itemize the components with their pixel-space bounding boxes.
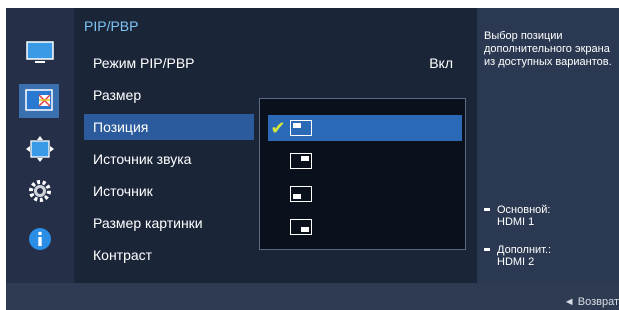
settings-gear-icon[interactable] (23, 174, 57, 208)
position-option-top-left[interactable]: ✔ (268, 115, 462, 141)
sub-source-value: HDMI 2 (497, 256, 535, 268)
sub-source-label: Дополнит.: (497, 244, 552, 256)
category-rail (6, 8, 74, 283)
info-icon[interactable] (23, 222, 57, 256)
position-top-left-icon (290, 120, 312, 136)
checkmark-icon: ✔ (270, 117, 286, 138)
menu-item-label: Размер картинки (93, 215, 203, 231)
position-option-bottom-left[interactable] (268, 181, 462, 207)
position-option-top-right[interactable] (268, 148, 462, 174)
menu-item-pip-mode[interactable]: Режим PIP/PBP Вкл (84, 50, 469, 76)
menu-item-label: Позиция (93, 119, 149, 135)
position-options-list: ✔ (259, 98, 466, 250)
page-title: PIP/PBP (84, 18, 139, 34)
position-top-right-icon (290, 153, 312, 169)
main-source-label: Основной: (497, 204, 551, 216)
menu-item-label: Источник звука (93, 151, 192, 167)
picture-icon[interactable] (23, 36, 57, 70)
main-source-info: Основной: HDMI 1 (484, 204, 619, 228)
sub-source-info: Дополнит.: HDMI 2 (484, 244, 619, 268)
menu-item-label: Источник (93, 183, 153, 199)
pip-icon[interactable] (19, 84, 59, 118)
help-pane: Выбор позиции дополнительного экрана из … (477, 8, 619, 283)
menu-item-label: Контраст (93, 247, 153, 263)
back-button[interactable]: ◄ Возврат (564, 296, 619, 308)
menu-item-position[interactable]: Позиция (84, 114, 254, 140)
menu-item-label: Режим PIP/PBP (93, 55, 195, 71)
move-icon[interactable] (23, 132, 57, 166)
menu-item-value: Вкл (429, 55, 453, 71)
position-option-bottom-right[interactable] (268, 214, 462, 240)
main-source-value: HDMI 1 (497, 216, 535, 228)
position-bottom-left-icon (290, 186, 312, 202)
help-description: Выбор позиции дополнительного экрана из … (484, 30, 612, 68)
position-bottom-right-icon (290, 219, 312, 235)
menu-item-label: Размер (93, 87, 142, 103)
osd-footer: ◄ Возврат (6, 283, 619, 310)
